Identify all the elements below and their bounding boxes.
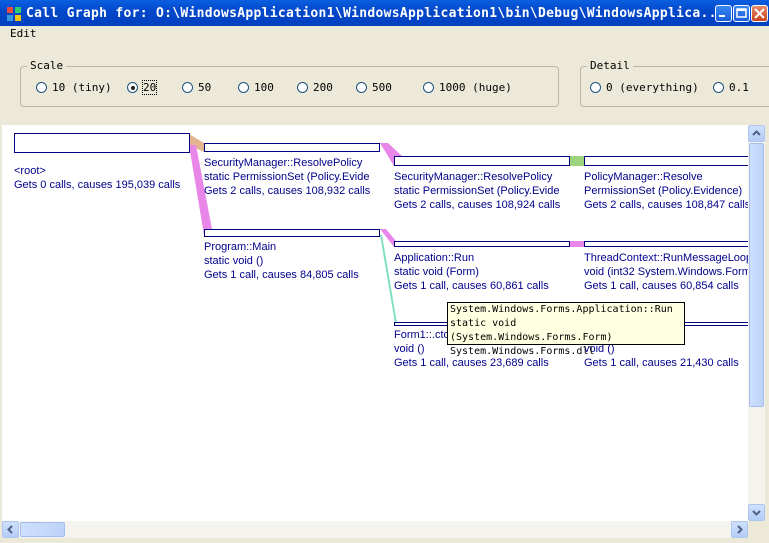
horizontal-scrollbar[interactable] [2,521,748,538]
vertical-scrollbar[interactable] [748,125,765,521]
scroll-up-button[interactable] [748,125,765,142]
detail-group: Detail 0 (everything) 0.1 [580,59,769,107]
node-policy-name: PolicyManager::Resolve [584,171,703,183]
node-policy-sig: PermissionSet (Policy.Evidence) [584,185,743,197]
vertical-scroll-thumb[interactable] [749,143,764,407]
menu-edit[interactable]: Edit [10,27,37,40]
node-form1-sig: void () [394,343,425,355]
tooltip-line-3: System.Windows.Forms.dll [450,346,595,357]
tooltip-line-1: System.Windows.Forms.Application::Run [450,304,673,315]
maximize-button[interactable] [733,5,750,22]
node-sec2-stats: Gets 2 calls, causes 108,924 calls [394,199,561,211]
link-sec2-policy [570,156,584,166]
node-main-sig: static void () [204,255,264,267]
node-form1-name: Form1::.ctor [394,329,454,341]
close-button[interactable] [751,5,768,22]
detail-group-label: Detail [587,59,633,72]
maximize-icon [736,8,747,18]
minimize-icon [719,15,725,17]
node-root-name: <root> [14,165,46,177]
node-apprun-name: Application::Run [394,252,475,264]
horizontal-scroll-thumb[interactable] [20,522,65,537]
node-apprun-sig: static void (Form) [394,266,479,278]
scale-group: Scale 10 (tiny) 20 50 100 200 500 1000 (… [20,59,559,107]
node-thread-bar[interactable] [584,241,748,247]
node-main-name: Program::Main [204,241,277,253]
close-icon [754,8,765,19]
node-sec2-bar[interactable] [394,156,570,166]
node-sec1-stats: Gets 2 calls, causes 108,932 calls [204,185,371,197]
node-root-stats: Gets 0 calls, causes 195,039 calls [14,179,181,191]
node-thread-stats: Gets 1 call, causes 60,854 calls [584,280,739,292]
chevron-down-icon [752,510,761,516]
minimize-button[interactable] [715,5,732,22]
node-root-bar[interactable] [14,133,190,153]
node-main-bar[interactable] [204,229,380,237]
scroll-down-button[interactable] [748,504,765,521]
scrollbar-corner [748,521,765,538]
node-sec1-sig: static PermissionSet (Policy.Evide [204,171,370,183]
node-sec2-name: SecurityManager::ResolvePolicy [394,171,553,183]
link-apprun-thread [570,241,584,247]
chevron-left-icon [7,525,13,534]
node-policy-bar[interactable] [584,156,748,166]
scroll-left-button[interactable] [2,521,19,538]
node-sec2-sig: static PermissionSet (Policy.Evide [394,185,560,197]
node-thread-name: ThreadContext::RunMessageLoop [584,252,748,264]
node-sec1-name: SecurityManager::ResolvePolicy [204,157,363,169]
scale-group-label: Scale [27,59,67,72]
node-apprun-stats: Gets 1 call, causes 60,861 calls [394,280,549,292]
node-apprun-bar[interactable] [394,241,570,247]
menu-bar: Edit [0,26,769,44]
node-thread-sig: void (int32 System.Windows.Form [584,266,748,278]
node-sec1-bar[interactable] [204,143,380,152]
title-bar[interactable]: Call Graph for: O:\WindowsApplication1\W… [0,0,769,28]
chevron-up-icon [752,130,761,136]
app-icon[interactable] [6,6,22,22]
node-tooltip: System.Windows.Forms.Application::Run st… [447,302,685,357]
node-main-stats: Gets 1 call, causes 84,805 calls [204,269,359,281]
window-title: Call Graph for: O:\WindowsApplication1\W… [26,6,716,21]
tooltip-line-2: static void (System.Windows.Forms.Form) [450,318,613,343]
node-policy-stats: Gets 2 calls, causes 108,847 calls [584,199,748,211]
scroll-right-button[interactable] [731,521,748,538]
chevron-right-icon [737,525,743,534]
